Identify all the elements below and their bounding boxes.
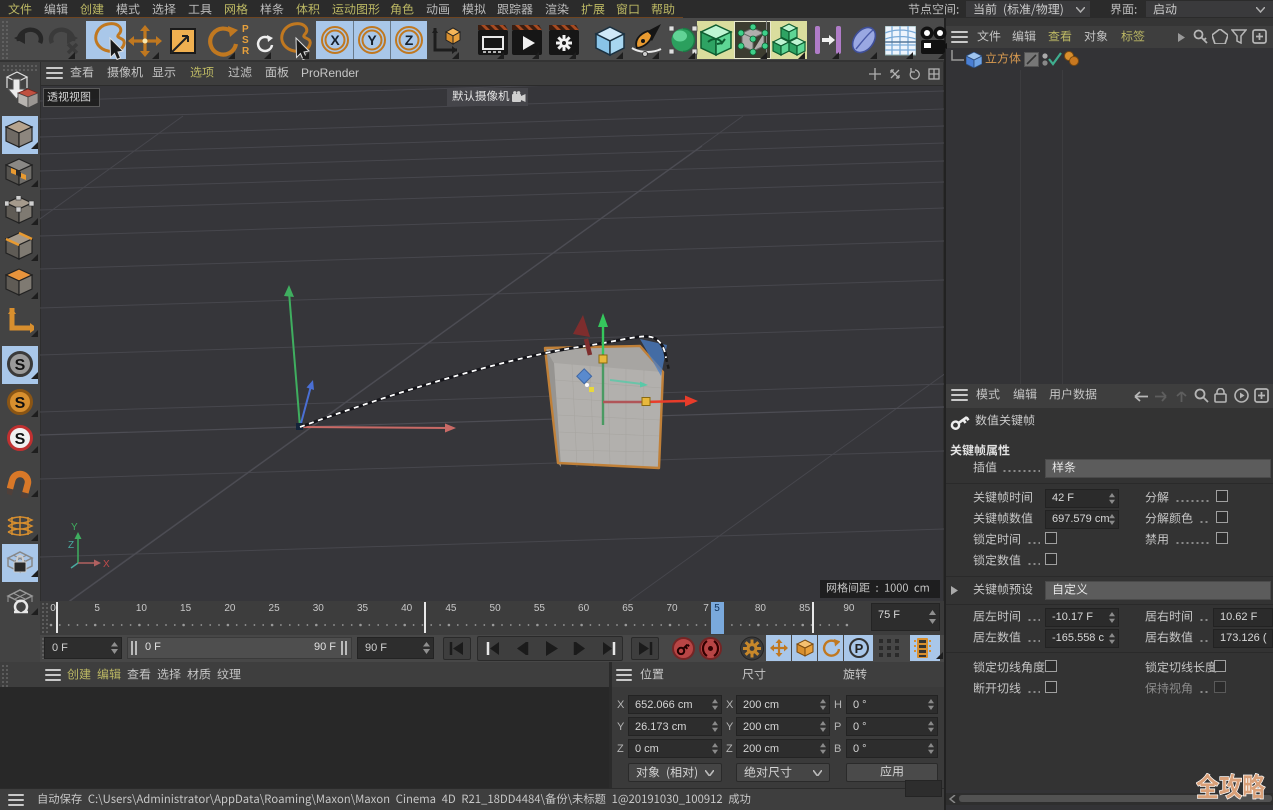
svg-text:P: P [242,24,249,35]
svg-text:R: R [242,46,250,57]
svg-text:X: X [103,559,110,570]
svg-text:Y: Y [71,522,78,533]
svg-text:Z: Z [405,32,414,48]
svg-text:Z: Z [68,540,74,551]
svg-text:S: S [242,35,249,46]
svg-text:Y: Y [367,32,377,48]
svg-text:S: S [15,395,26,412]
svg-text:X: X [330,32,340,48]
svg-text:P: P [855,641,864,656]
svg-text:S: S [15,357,26,374]
svg-text:S: S [15,431,26,448]
